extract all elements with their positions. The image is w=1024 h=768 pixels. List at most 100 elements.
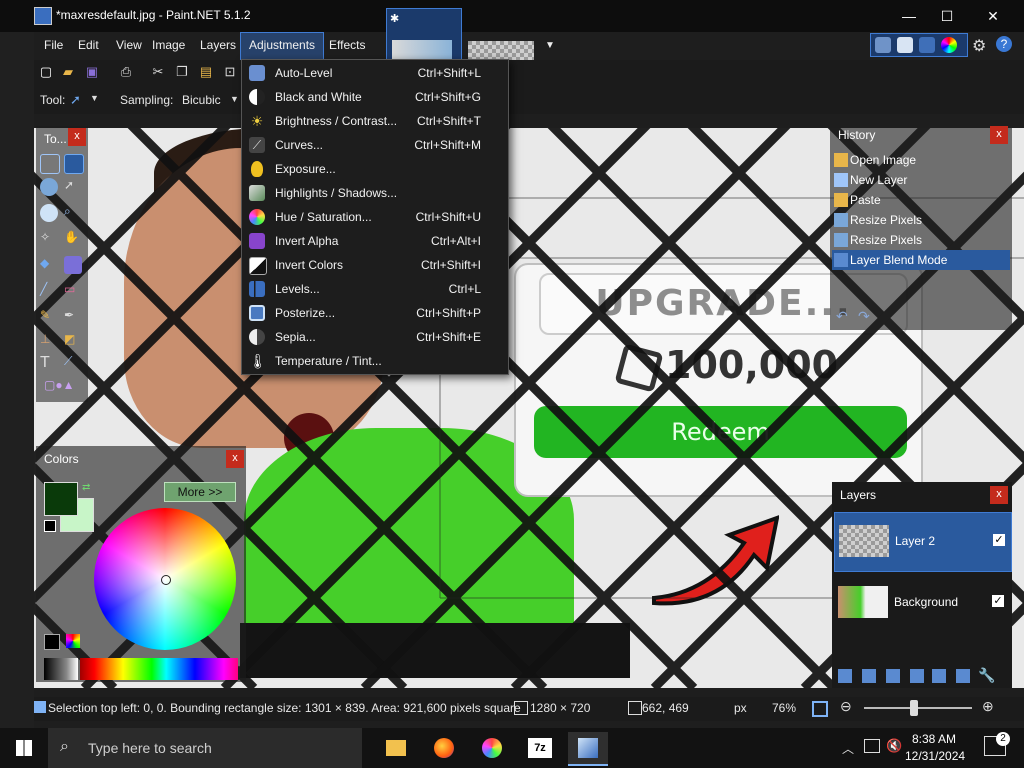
close-window-button[interactable]: ✕ xyxy=(970,0,1016,32)
ellipse-select-tool-icon[interactable] xyxy=(40,204,58,222)
volume-muted-icon[interactable]: 🔇 xyxy=(886,738,902,754)
tool-dropdown-icon[interactable]: ▼ xyxy=(90,93,99,103)
history-item[interactable]: Resize Pixels xyxy=(832,210,1010,230)
rectangle-select-tool-icon[interactable] xyxy=(40,154,60,174)
zoom-tool-icon[interactable]: ⌕ xyxy=(64,204,82,222)
menu-adjustments[interactable]: Adjustments xyxy=(240,32,325,60)
zoom-slider-track[interactable] xyxy=(864,707,972,709)
menu-image[interactable]: Image xyxy=(144,32,193,58)
cut-icon[interactable]: ✂ xyxy=(150,64,166,80)
undo-icon[interactable]: ↶ xyxy=(836,308,848,325)
copy-icon[interactable]: ❐ xyxy=(174,64,190,80)
tools-close-button[interactable]: x xyxy=(68,128,86,146)
history-item[interactable]: Resize Pixels xyxy=(832,230,1010,250)
menu-item-brightness-contrast[interactable]: ☀ Brightness / Contrast... Ctrl+Shift+T xyxy=(243,109,507,133)
palette-menu-icon[interactable] xyxy=(66,634,80,648)
help-icon[interactable]: ? xyxy=(996,36,1012,52)
zoom-to-window-icon[interactable] xyxy=(812,701,828,717)
history-item[interactable]: New Layer xyxy=(832,170,1010,190)
print-icon[interactable]: ⎙ xyxy=(118,64,134,80)
crop-icon[interactable]: ⊡ xyxy=(222,64,238,80)
taskbar-search-box[interactable]: ⌕ Type here to search xyxy=(48,728,362,768)
layers-close-button[interactable]: x xyxy=(990,486,1008,504)
maximize-button[interactable]: ☐ xyxy=(924,0,970,32)
zoom-in-icon[interactable]: ⊕ xyxy=(982,698,994,715)
menu-file[interactable]: File xyxy=(36,32,71,58)
menu-item-temperature-tint[interactable]: 🌡 Temperature / Tint... xyxy=(243,349,507,373)
shapes-tool-icon[interactable]: ▢●▲ xyxy=(44,378,78,396)
menu-item-black-and-white[interactable]: Black and White Ctrl+Shift+G xyxy=(243,85,507,109)
merge-layer-down-icon[interactable] xyxy=(910,669,924,683)
layer-row[interactable]: Background ✓ xyxy=(834,574,1010,632)
history-item[interactable]: Paste xyxy=(832,190,1010,210)
menu-item-curves[interactable]: ⟋ Curves... Ctrl+Shift+M xyxy=(243,133,507,157)
palette-colors[interactable] xyxy=(80,658,238,680)
duplicate-layer-icon[interactable] xyxy=(886,669,900,683)
new-image-icon[interactable]: ▢ xyxy=(38,64,54,80)
clone-stamp-tool-icon[interactable]: ⊥ xyxy=(40,332,58,350)
history-close-button[interactable]: x xyxy=(990,126,1008,144)
history-window-icon[interactable] xyxy=(897,37,913,53)
redo-icon[interactable]: ↷ xyxy=(858,308,870,325)
colors-window-icon[interactable] xyxy=(941,37,957,53)
history-item-selected[interactable]: Layer Blend Mode xyxy=(832,250,1010,270)
add-layer-icon[interactable] xyxy=(838,669,852,683)
recolor-tool-icon[interactable]: ◩ xyxy=(64,332,82,350)
clock-time[interactable]: 8:38 AM xyxy=(912,732,956,746)
zoom-value[interactable]: 76% xyxy=(772,701,796,715)
taskbar-paintnet[interactable] xyxy=(568,732,608,766)
taskbar-paint[interactable] xyxy=(472,732,512,764)
history-item[interactable]: Open Image xyxy=(832,150,1010,170)
save-icon[interactable]: ▣ xyxy=(84,64,100,80)
menu-item-highlights-shadows[interactable]: Highlights / Shadows... xyxy=(243,181,507,205)
menu-item-levels[interactable]: Levels... Ctrl+L xyxy=(243,277,507,301)
sampling-select[interactable]: Bicubic xyxy=(182,93,221,107)
network-icon[interactable] xyxy=(864,739,880,753)
move-layer-down-icon[interactable] xyxy=(956,669,970,683)
palette-grays[interactable] xyxy=(44,658,78,680)
menu-item-posterize[interactable]: Posterize... Ctrl+Shift+P xyxy=(243,301,507,325)
start-button[interactable] xyxy=(0,728,48,768)
delete-layer-icon[interactable] xyxy=(862,669,876,683)
layer-row-selected[interactable]: Layer 2 ✓ xyxy=(834,512,1012,572)
paste-icon[interactable]: ▤ xyxy=(198,64,214,80)
tray-overflow-icon[interactable]: ︿ xyxy=(842,740,854,757)
move-layer-up-icon[interactable] xyxy=(932,669,946,683)
tools-window-icon[interactable] xyxy=(875,37,891,53)
colors-close-button[interactable]: x xyxy=(226,450,244,468)
reset-colors-icon[interactable] xyxy=(44,520,56,532)
lasso-select-tool-icon[interactable] xyxy=(40,178,58,196)
paint-bucket-tool-icon[interactable]: ◆ xyxy=(40,256,58,274)
magic-wand-tool-icon[interactable]: ✧ xyxy=(40,230,58,248)
open-folder-icon[interactable]: ▰ xyxy=(60,64,76,80)
taskbar-firefox[interactable] xyxy=(424,732,464,764)
menu-item-hue-saturation[interactable]: Hue / Saturation... Ctrl+Shift+U xyxy=(243,205,507,229)
menu-effects[interactable]: Effects xyxy=(321,32,373,58)
color-wheel-picker[interactable] xyxy=(161,575,171,585)
pan-tool-icon[interactable]: ✋ xyxy=(64,230,82,248)
text-tool-icon[interactable]: T xyxy=(40,354,58,372)
menu-layers[interactable]: Layers xyxy=(192,32,244,58)
line-curve-tool-icon[interactable]: ⟋ xyxy=(64,354,82,372)
layers-window-icon[interactable] xyxy=(919,37,935,53)
color-picker-tool-icon[interactable]: ✒ xyxy=(64,308,82,326)
menu-item-sepia[interactable]: Sepia... Ctrl+Shift+E xyxy=(243,325,507,349)
paintbrush-tool-icon[interactable]: ╱ xyxy=(40,282,58,300)
sampling-dropdown-icon[interactable]: ▼ xyxy=(230,94,239,104)
menu-item-invert-colors[interactable]: Invert Colors Ctrl+Shift+I xyxy=(243,253,507,277)
menu-item-auto-level[interactable]: Auto-Level Ctrl+Shift+L xyxy=(243,61,507,85)
layer-properties-wrench-icon[interactable]: 🔧 xyxy=(978,667,995,684)
eraser-tool-icon[interactable]: ▭ xyxy=(64,282,82,300)
tab-dropdown-icon[interactable]: ▼ xyxy=(545,40,555,51)
zoom-out-icon[interactable]: ⊖ xyxy=(840,698,852,715)
gradient-tool-icon[interactable] xyxy=(64,256,82,274)
settings-gear-icon[interactable]: ⚙ xyxy=(972,36,986,56)
taskbar-file-explorer[interactable] xyxy=(376,732,416,764)
more-colors-button[interactable]: More >> xyxy=(164,482,236,502)
menu-item-exposure[interactable]: Exposure... xyxy=(243,157,507,181)
units-select[interactable]: px xyxy=(734,701,747,715)
menu-edit[interactable]: Edit xyxy=(70,32,107,58)
primary-color-swatch[interactable] xyxy=(44,482,78,516)
pencil-tool-icon[interactable]: ✎ xyxy=(40,308,58,326)
move-selected-tool-icon[interactable] xyxy=(64,154,84,174)
